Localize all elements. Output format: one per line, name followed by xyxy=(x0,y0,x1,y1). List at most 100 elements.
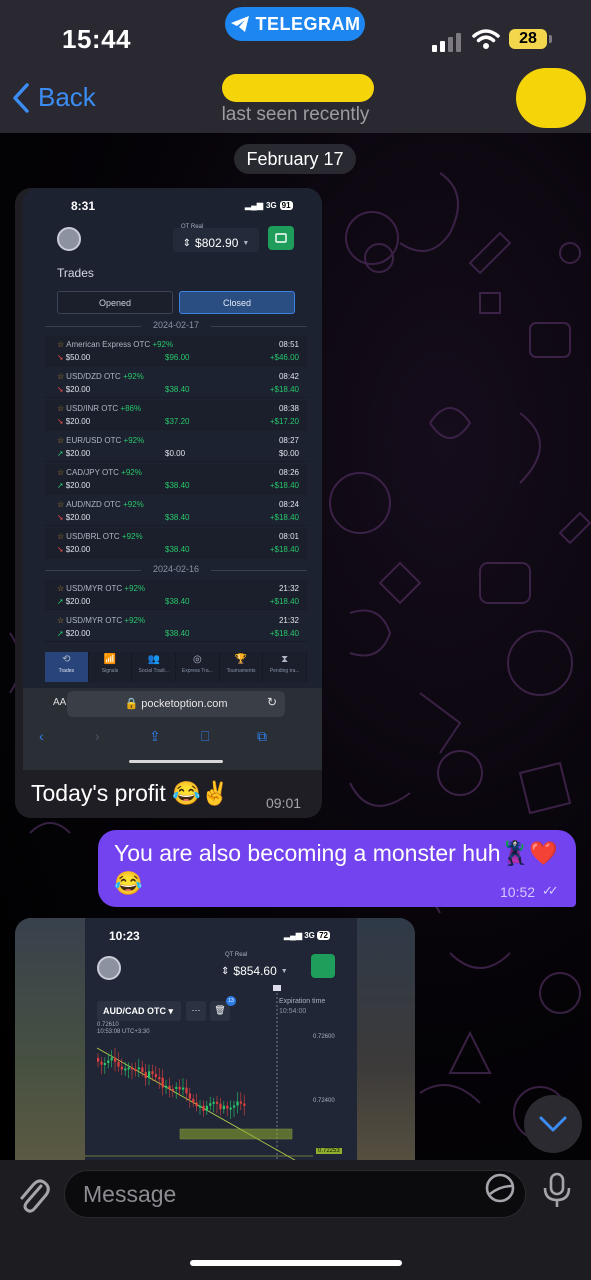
nav-label: Express Tra... xyxy=(181,668,213,674)
star-icon: ☆ xyxy=(57,372,65,381)
direction-down-icon: ➘ xyxy=(57,385,64,394)
candle-body xyxy=(100,1061,103,1065)
chat-header: 15:44 TELEGRAM 28 Back last seen recentl… xyxy=(0,0,591,133)
pair-name: American Express OTC xyxy=(66,340,151,349)
message-input[interactable] xyxy=(83,1179,463,1209)
share-icon: ⇪ xyxy=(149,728,161,744)
trade-return: $38.40 xyxy=(165,545,190,554)
trade-time: 08:51 xyxy=(278,340,299,349)
amount-value: $50.00 xyxy=(65,353,91,362)
direction-down-icon: ➘ xyxy=(57,417,64,426)
trade-amount: ➘ $20.00 xyxy=(57,417,90,426)
star-icon: ☆ xyxy=(57,340,65,349)
url-field: 🔒 pocketoption.com xyxy=(67,691,285,717)
payout-percent: +92% xyxy=(121,468,142,477)
nav-label: Signals xyxy=(101,668,119,674)
candle-body xyxy=(103,1063,106,1066)
message-time: 09:01 xyxy=(266,795,302,811)
candle-body xyxy=(182,1087,185,1090)
trade-amount: ➘ $20.00 xyxy=(57,545,90,554)
amount-value: $20.00 xyxy=(65,629,91,638)
back-arrow-icon: ‹ xyxy=(39,728,44,744)
trade-profit: +$18.40 xyxy=(269,597,299,606)
trade-pair: ☆ USD/BRL OTC +92% xyxy=(57,532,143,541)
chevron-down-icon xyxy=(539,1116,567,1132)
trade-row: ☆ USD/MYR OTC +92% ➚ $20.00 $38.40 21:32 +$18.… xyxy=(45,612,307,642)
payout-percent: +92% xyxy=(121,532,143,541)
nav-label: Tournaments xyxy=(226,668,256,674)
bottom-nav-item: 👥 Social Tradi... xyxy=(132,652,177,682)
tabs-icon: ⧉ xyxy=(257,728,267,744)
trades-screenshot[interactable]: 8:31 ▂▄▆ 3G 91 QT Real ⇕ $802.90 ▼ Trade… xyxy=(23,188,322,770)
candle-body xyxy=(158,1077,161,1080)
payout-percent: +92% xyxy=(123,436,145,445)
reload-icon: ↻ xyxy=(267,695,278,709)
star-icon: ☆ xyxy=(57,436,65,445)
pair-name: EUR/USD OTC xyxy=(66,436,122,445)
bottom-nav-item: ⧗ Pending tra... xyxy=(263,652,308,682)
pair-name: USD/MYR OTC xyxy=(66,584,123,593)
mic-icon[interactable] xyxy=(542,1172,572,1208)
pair-name: USD/INR OTC xyxy=(66,404,119,413)
trade-return: $38.40 xyxy=(165,629,190,638)
message-caption: Today's profit 😂✌️ xyxy=(31,780,230,806)
paperclip-icon[interactable] xyxy=(15,1174,51,1214)
trade-profit: +$18.40 xyxy=(269,481,299,490)
candle-body xyxy=(107,1060,110,1064)
candle-body xyxy=(127,1067,130,1070)
telegram-pill[interactable]: TELEGRAM xyxy=(225,7,365,41)
candle-body xyxy=(131,1067,134,1070)
amount-value: $20.00 xyxy=(65,417,91,426)
nav-icon: ⟲ xyxy=(62,654,71,665)
expiration-flag-icon xyxy=(273,985,281,991)
trade-time: 08:27 xyxy=(278,436,299,445)
chart-screenshot[interactable]: 10:23 ▂▄▆ 3G 72 QT Real ⇕ $854.60 ▼ AUD/… xyxy=(85,918,357,1163)
trade-profit: +$18.40 xyxy=(269,385,299,394)
sticker-icon[interactable] xyxy=(484,1172,516,1204)
direction-up-icon: ➚ xyxy=(57,597,64,606)
trade-return: $38.40 xyxy=(165,513,190,522)
reader-aa: AA xyxy=(53,697,67,708)
candle-body xyxy=(195,1102,198,1107)
candle-body xyxy=(134,1069,137,1072)
message-field[interactable] xyxy=(64,1170,526,1218)
payout-percent: +92% xyxy=(123,372,144,381)
balance-value: $802.90 xyxy=(195,236,239,250)
amount-value: $20.00 xyxy=(65,481,91,490)
candle-body xyxy=(120,1066,123,1070)
candle-body xyxy=(141,1067,144,1073)
incoming-message-photo-2[interactable]: 10:23 ▂▄▆ 3G 72 QT Real ⇕ $854.60 ▼ AUD/… xyxy=(15,918,415,1163)
trade-pair: ☆ USD/MYR OTC +92% xyxy=(57,616,145,625)
payout-percent: +92% xyxy=(124,584,146,593)
bottom-nav-item: ◎ Express Tra... xyxy=(176,652,220,682)
pair-name: AUD/NZD OTC xyxy=(66,500,121,509)
contact-avatar-redacted[interactable] xyxy=(516,68,586,128)
contact-name-redacted[interactable] xyxy=(222,74,374,102)
candle-body xyxy=(97,1058,100,1062)
scroll-down-button[interactable] xyxy=(524,1095,582,1153)
amount-value: $20.00 xyxy=(65,385,91,394)
trade-row: ☆ AUD/NZD OTC +92% ➘ $20.00 $38.40 08:24 +$18.… xyxy=(45,496,307,526)
candle-body xyxy=(229,1107,232,1110)
battery-indicator: 28 xyxy=(509,29,547,49)
safari-url-bar: AA 🔒 pocketoption.com ↻ xyxy=(23,688,322,720)
amount-value: $20.00 xyxy=(65,449,91,458)
trade-return: $96.00 xyxy=(165,353,190,362)
trend-line xyxy=(96,1047,301,1163)
battery-tip xyxy=(549,35,552,43)
trade-return: $38.40 xyxy=(165,597,190,606)
incoming-message-photo[interactable]: 8:31 ▂▄▆ 3G 91 QT Real ⇕ $802.90 ▼ Trade… xyxy=(15,188,322,818)
phone-time: 8:31 xyxy=(71,199,96,213)
bottom-nav-item: 🏆 Tournaments xyxy=(220,652,264,682)
trade-profit: +$18.40 xyxy=(269,513,299,522)
trade-pair: ☆ CAD/JPY OTC +92% xyxy=(57,468,142,477)
outgoing-message[interactable]: You are also becoming a monster huh🦹‍♀️❤… xyxy=(98,830,576,907)
balance-arrows-icon: ⇕ xyxy=(182,237,192,249)
trade-amount: ➚ $20.00 xyxy=(57,629,90,638)
bottom-nav-item: ⟲ Trades xyxy=(45,652,89,682)
trade-amount: ➘ $50.00 xyxy=(57,353,90,362)
star-icon: ☆ xyxy=(57,616,65,625)
trade-pair: ☆ AUD/NZD OTC +92% xyxy=(57,500,144,509)
trade-pair: ☆ USD/MYR OTC +92% xyxy=(57,584,145,593)
nav-icon: ⧗ xyxy=(281,654,289,665)
